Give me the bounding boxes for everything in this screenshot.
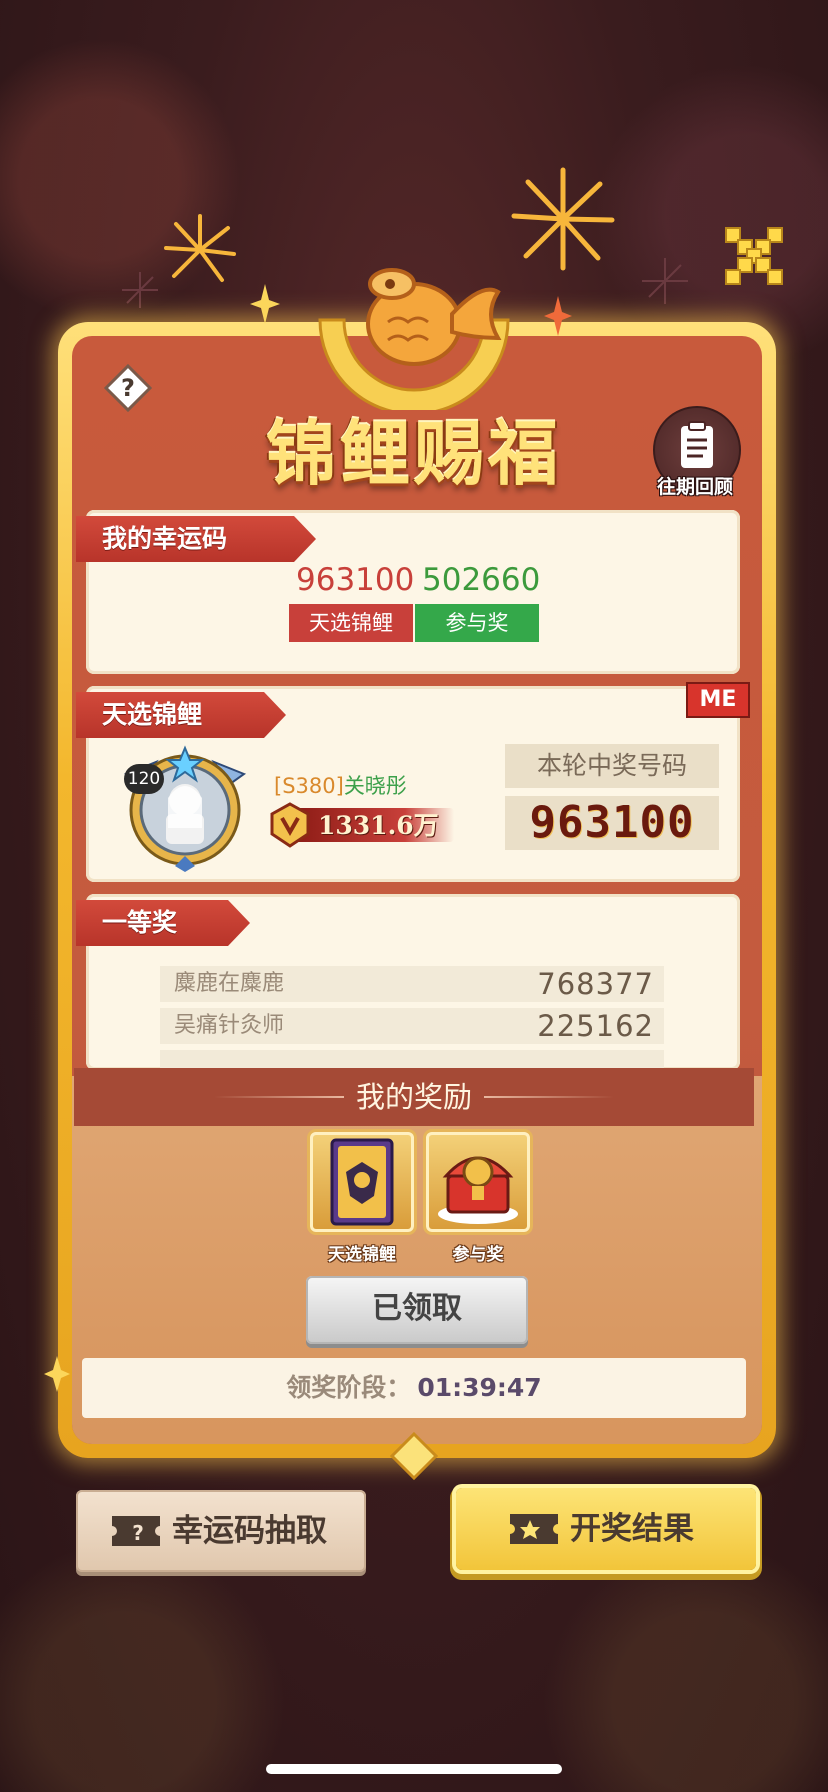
stage-countdown: 01:39:47 [417, 1373, 542, 1402]
sparkle-icon [544, 296, 572, 336]
code-tag-participation: 参与奖 [415, 604, 539, 642]
prize-list-row: 麋鹿在麋鹿 768377 [160, 966, 664, 1002]
koi-fish-icon [366, 268, 502, 366]
ticket-star-icon [510, 1514, 558, 1544]
ticket-question-icon: ? [112, 1516, 160, 1546]
my-code-number: 963100 [296, 562, 415, 598]
winning-number: 963100 [505, 796, 719, 850]
player-server: [S380] [274, 774, 344, 798]
firework-icon [642, 258, 688, 304]
lucky-code-draw-label: 幸运码抽取 [172, 1513, 327, 1549]
firework-icon [122, 272, 158, 308]
prize-winner-name: 吴痛针灸师 [174, 1013, 285, 1038]
draw-results-button[interactable]: 开奖结果 [456, 1488, 756, 1570]
reward-item-koi[interactable] [310, 1132, 414, 1232]
player-name: 关晓彤 [343, 774, 407, 798]
section-ribbon-chosen: 天选锦鲤 [76, 692, 286, 738]
prize-list-row [160, 1050, 664, 1070]
prize-list-row: 吴痛针灸师 225162 [160, 1008, 664, 1044]
history-review-label: 往期回顾 [656, 476, 733, 498]
firework-icon [164, 214, 236, 282]
my-rewards-header: 我的奖励 [74, 1068, 754, 1126]
treasure-chest-icon [438, 1156, 518, 1224]
history-review-button[interactable]: 往期回顾 [650, 406, 741, 498]
svg-text:?: ? [121, 374, 135, 402]
sparkle-icon [250, 284, 280, 324]
close-icon[interactable] [722, 224, 786, 288]
sparkle-icon [44, 1356, 70, 1392]
help-question-icon[interactable]: ? [104, 364, 152, 412]
winning-number-label: 本轮中奖号码 [505, 744, 719, 788]
my-code-number: 502660 [422, 562, 541, 598]
reward-item-participation[interactable] [426, 1132, 530, 1232]
event-title: 锦鲤赐福 [266, 412, 562, 495]
firework-icon [511, 167, 615, 271]
koi-card-icon [330, 1138, 394, 1226]
code-tag-koi: 天选锦鲤 [289, 604, 413, 642]
claimed-button[interactable]: 已领取 [306, 1276, 528, 1344]
stage-label: 领奖阶段： [286, 1373, 412, 1402]
section-ribbon-my-codes: 我的幸运码 [76, 516, 316, 562]
reward-label-koi: 天选锦鲤 [328, 1245, 396, 1265]
section-ribbon-first-prize: 一等奖 [76, 900, 250, 946]
player-power: 1331.6万 [318, 811, 439, 840]
player-level-badge: 120 [124, 764, 164, 794]
prize-winner-code: 768377 [537, 967, 654, 1001]
power-icon [270, 802, 310, 848]
player-identity: [S380]关晓彤 [274, 770, 407, 800]
my-rewards-title: 我的奖励 [355, 1080, 472, 1114]
diamond-ornament [390, 1432, 438, 1480]
home-indicator[interactable] [266, 1764, 562, 1774]
lucky-code-draw-button[interactable]: ? 幸运码抽取 [76, 1490, 366, 1572]
svg-text:?: ? [132, 1521, 144, 1545]
prize-winner-name: 麋鹿在麋鹿 [174, 971, 285, 996]
reward-label-participation: 参与奖 [452, 1245, 504, 1265]
draw-results-label: 开奖结果 [570, 1511, 694, 1547]
prize-winner-code: 225162 [537, 1009, 654, 1043]
claim-stage-timer: 领奖阶段： 01:39:47 [82, 1358, 746, 1418]
me-badge: ME [686, 682, 750, 718]
